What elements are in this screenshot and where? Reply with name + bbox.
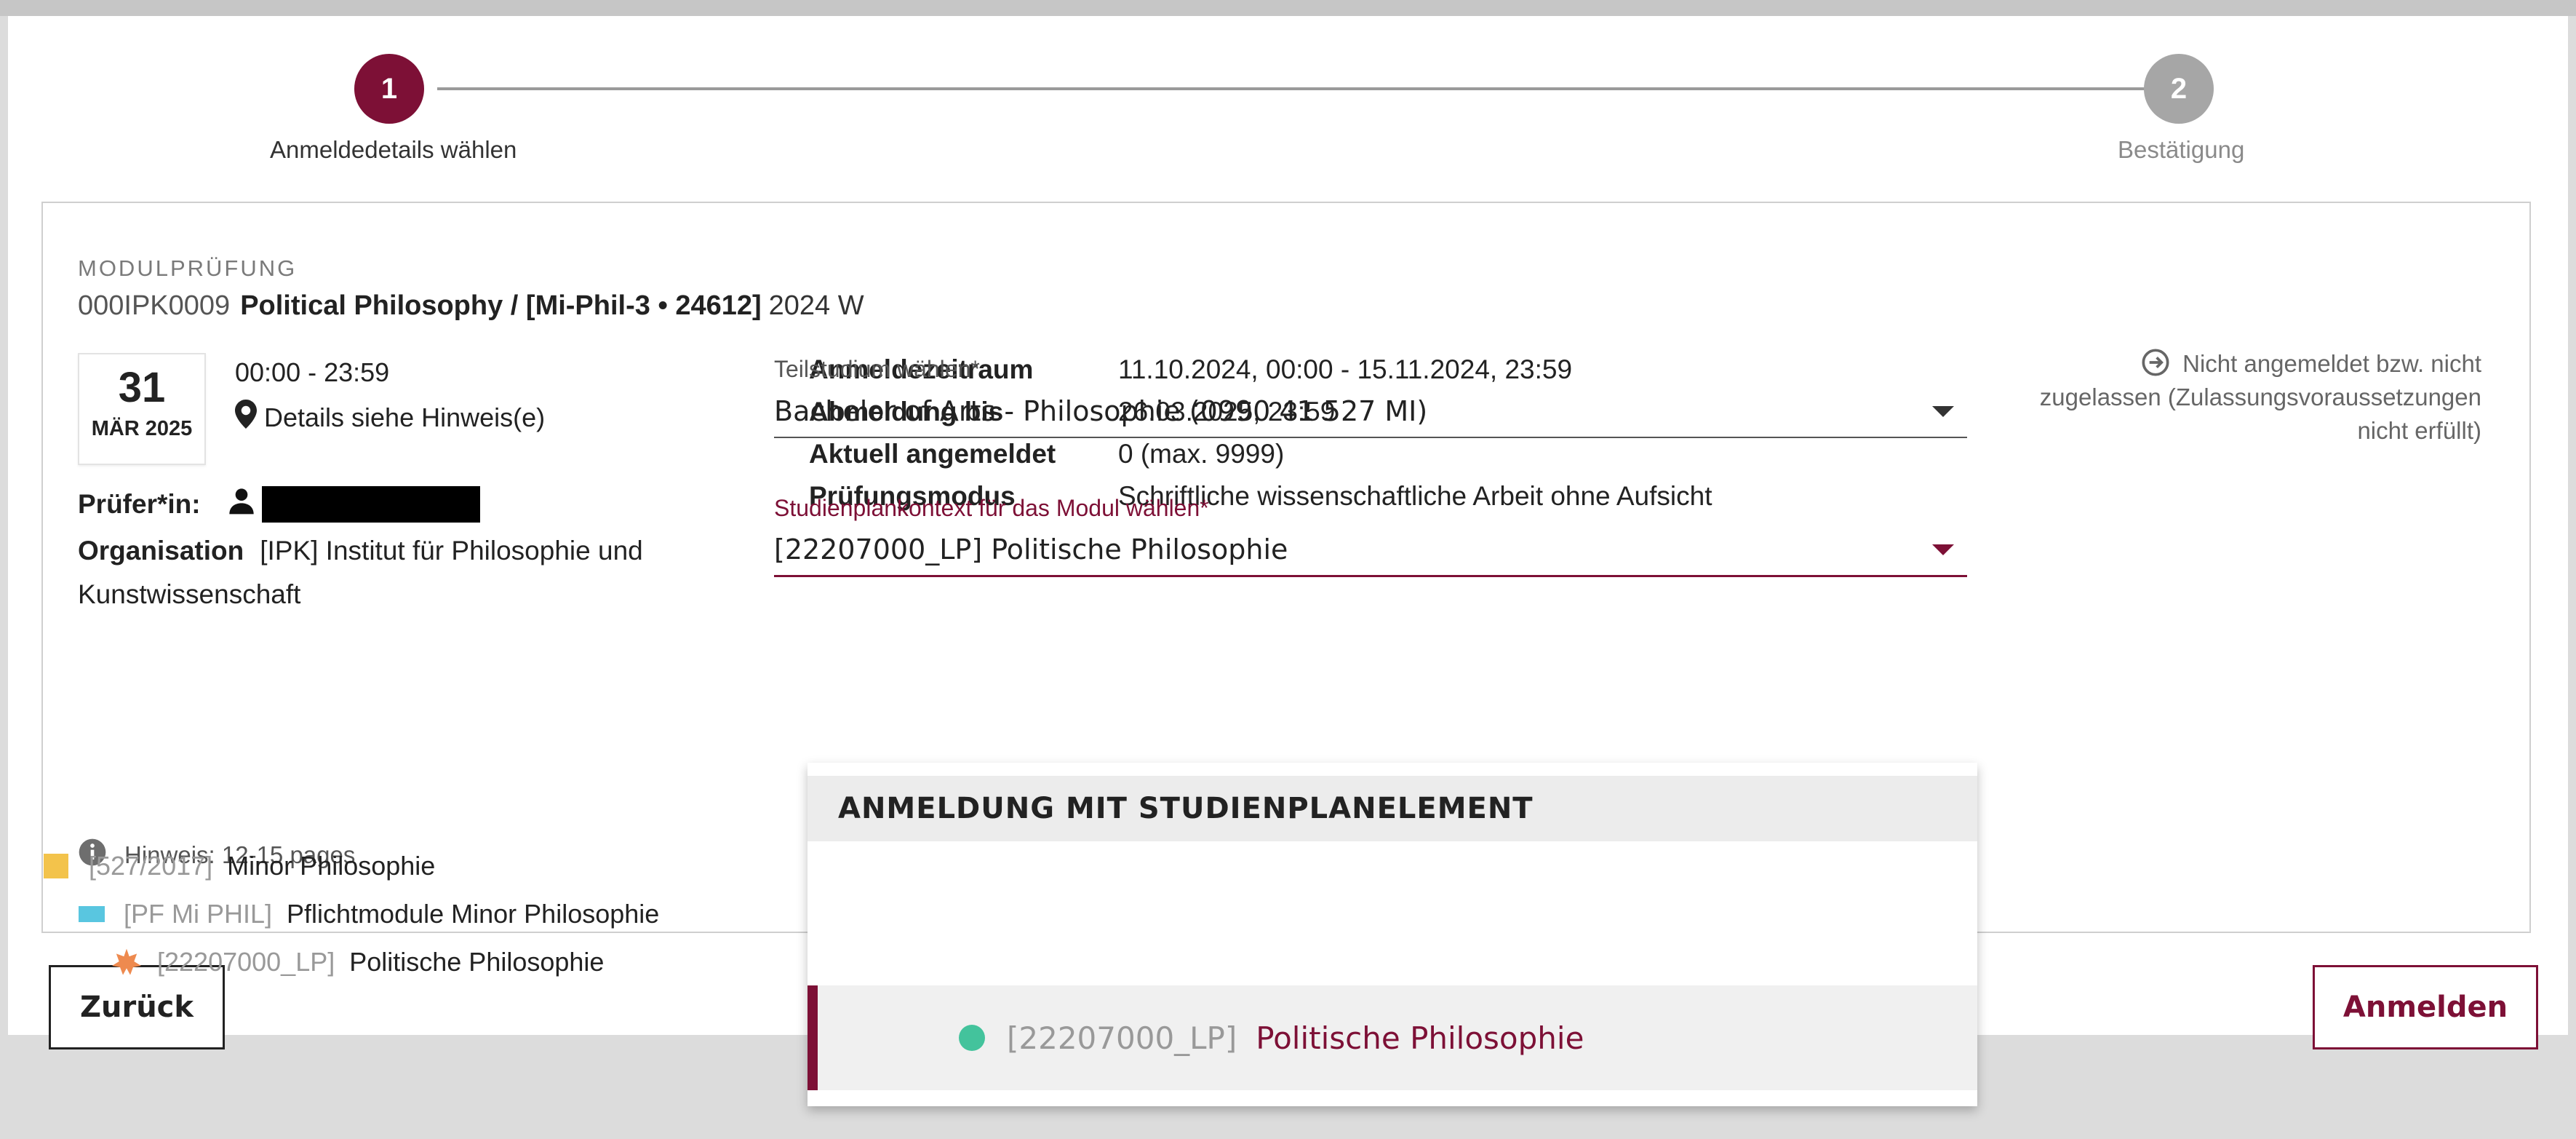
module-title: 000IPK0009 Political Philosophy / [Mi-Phi… — [78, 290, 864, 322]
location-row: Details siehe Hinweis(e) — [235, 400, 545, 435]
arrow-right-circle-icon — [2141, 349, 2182, 377]
info-row: Aktuell angemeldet 0 (max. 9999) — [809, 439, 1712, 481]
info-key: Aktuell angemeldet — [809, 439, 1056, 469]
register-button[interactable]: Anmelden — [2313, 965, 2538, 1049]
dropdown-option[interactable]: [527/2017] Minor Philosophie — [44, 844, 435, 888]
info-value: 0 (max. 9999) — [1118, 439, 1285, 469]
date-badge: 31 MÄR 2025 — [78, 353, 206, 465]
option-code: [22207000_LP] — [157, 947, 335, 977]
module-name: Political Philosophy / [Mi-Phil-3 • 2461… — [240, 290, 762, 321]
card-type-label: MODULPRÜFUNG — [78, 255, 298, 281]
map-pin-icon — [235, 400, 264, 435]
dropdown-group-header: ANMELDUNG MIT STUDIENPLANELEMENT — [808, 776, 1977, 841]
top-bar — [0, 0, 2576, 16]
option-label: Pflichtmodule Minor Philosophie — [287, 899, 660, 929]
person-icon — [227, 485, 262, 523]
examiner-row: Prüfer*in: — [78, 485, 480, 523]
dropdown-option-selected[interactable]: [22207000_LP] Politische Philosophie — [808, 985, 1977, 1090]
circle-icon — [959, 1025, 985, 1051]
kontext-value: [22207000_LP] Politische Philosophie — [774, 533, 1288, 565]
organisation-row: Organisation [IPK] Institut für Philosoph… — [78, 529, 733, 616]
teilstudium-value: Bachelor of Arts - Philosophie (0990 41 … — [774, 395, 1428, 427]
step-2-circle: 2 — [2144, 54, 2214, 124]
status-text: Nicht angemeldet bzw. nicht zugelassen (… — [2039, 350, 2481, 444]
chevron-down-icon — [1932, 544, 1954, 555]
option-code: [527/2017] — [89, 851, 213, 881]
dropdown-option[interactable]: [22207000_LP] Politische Philosophie — [112, 940, 604, 984]
option-label: Minor Philosophie — [227, 851, 436, 881]
teilstudium-label: Teilstudium wählen* — [774, 356, 980, 382]
option-label: Politische Philosophie — [1256, 1020, 1584, 1056]
stepper-line — [437, 87, 2147, 90]
teilstudium-select[interactable]: Bachelor of Arts - Philosophie (0990 41 … — [774, 386, 1967, 438]
exam-time: 00:00 - 23:59 — [235, 357, 390, 387]
chevron-down-icon — [1932, 405, 1954, 417]
rectangle-icon — [79, 906, 105, 922]
step-1-circle: 1 — [354, 54, 424, 124]
step-1-label: Anmeldedetails wählen — [270, 136, 517, 163]
examiner-label: Prüfer*in: — [78, 488, 201, 519]
module-semester: 2024 W — [768, 290, 864, 321]
star-icon — [112, 948, 141, 977]
dropdown-option[interactable]: [PF Mi PHIL] Pflichtmodule Minor Philoso… — [79, 892, 659, 936]
location-text: Details siehe Hinweis(e) — [264, 402, 546, 432]
date-month: MÄR 2025 — [91, 417, 193, 440]
option-code: [PF Mi PHIL] — [124, 899, 273, 929]
square-icon — [44, 854, 68, 878]
step-2-label: Bestätigung — [2118, 136, 2245, 163]
option-code: [22207000_LP] — [1007, 1020, 1237, 1056]
kontext-label: Studienplankontext für das Modul wählen* — [774, 495, 1209, 521]
kontext-select[interactable]: [22207000_LP] Politische Philosophie — [774, 524, 1967, 577]
option-label: Politische Philosophie — [349, 947, 605, 977]
organisation-label: Organisation — [78, 536, 244, 565]
module-code: 000IPK0009 — [78, 290, 231, 321]
registration-status: Nicht angemeldet bzw. nicht zugelassen (… — [2030, 347, 2481, 448]
date-day: 31 — [118, 364, 166, 411]
examiner-name-redacted — [261, 485, 480, 523]
